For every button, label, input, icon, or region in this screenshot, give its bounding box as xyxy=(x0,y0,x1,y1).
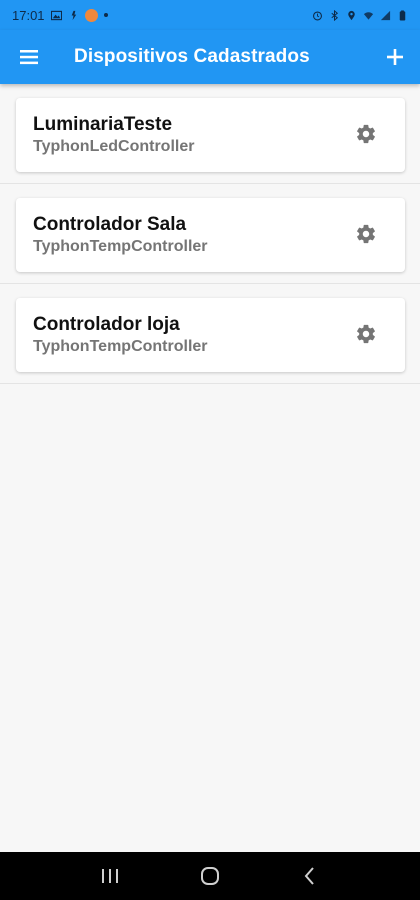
page-title: Dispositivos Cadastrados xyxy=(74,46,310,67)
device-type: TyphonLedController xyxy=(33,138,195,155)
add-icon xyxy=(387,49,403,65)
signal-icon xyxy=(380,10,391,20)
recent-apps-button[interactable] xyxy=(90,856,130,896)
notification-icon xyxy=(71,10,76,20)
list-item: Controlador Sala TyphonTempController xyxy=(0,184,420,284)
home-icon xyxy=(201,867,219,885)
list-item: LuminariaTeste TyphonLedController xyxy=(0,84,420,184)
device-card[interactable]: Controlador loja TyphonTempController xyxy=(16,298,405,372)
back-icon xyxy=(304,867,314,885)
device-name: Controlador Sala xyxy=(33,214,187,235)
image-icon xyxy=(50,10,62,20)
list-item: Controlador loja TyphonTempController xyxy=(0,284,420,384)
menu-button[interactable] xyxy=(0,30,58,84)
alarm-icon xyxy=(313,10,322,20)
device-name: Controlador loja xyxy=(33,314,180,335)
status-bar-left: 17:01 xyxy=(12,8,108,23)
wifi-icon xyxy=(363,11,374,20)
device-name: LuminariaTeste xyxy=(33,114,173,135)
gear-icon[interactable] xyxy=(355,323,377,345)
status-bar: 17:01 xyxy=(0,0,420,30)
app-bar: Dispositivos Cadastrados xyxy=(0,30,420,84)
battery-icon xyxy=(399,9,406,21)
menu-icon xyxy=(20,50,38,65)
status-time: 17:01 xyxy=(12,7,45,23)
device-type: TyphonTempController xyxy=(33,238,208,255)
app-badge-icon xyxy=(84,8,98,22)
gear-icon[interactable] xyxy=(355,223,377,245)
dot-icon xyxy=(103,13,108,17)
device-list: LuminariaTeste TyphonLedController Contr… xyxy=(0,84,420,384)
location-icon xyxy=(348,10,355,20)
system-nav-bar xyxy=(0,852,420,900)
add-device-button[interactable] xyxy=(370,30,420,84)
home-button[interactable] xyxy=(190,856,230,896)
device-type: TyphonTempController xyxy=(33,338,208,355)
status-bar-right xyxy=(312,9,408,21)
back-button[interactable] xyxy=(290,856,330,896)
gear-icon[interactable] xyxy=(355,123,377,145)
device-card[interactable]: LuminariaTeste TyphonLedController xyxy=(16,98,405,172)
bluetooth-icon xyxy=(331,9,339,21)
recent-apps-icon xyxy=(102,869,118,883)
device-card[interactable]: Controlador Sala TyphonTempController xyxy=(16,198,405,272)
